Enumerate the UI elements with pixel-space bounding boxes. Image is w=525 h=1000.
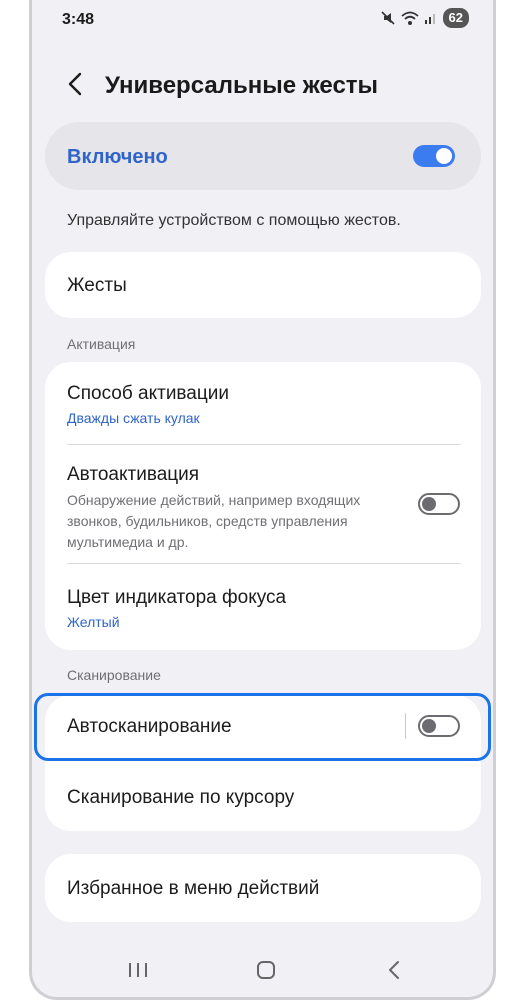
focus-color-value: Желтый [67, 614, 120, 630]
back-icon[interactable] [384, 960, 406, 985]
cursor-scan-item[interactable]: Сканирование по курсору [45, 763, 481, 831]
focus-color-title: Цвет индикатора фокуса [67, 587, 287, 608]
toggle-knob [422, 497, 436, 511]
status-icons: 62 [380, 8, 469, 28]
wifi-icon [400, 10, 419, 26]
activation-method-value: Дважды сжать кулак [67, 410, 200, 426]
navigation-bar [32, 940, 493, 997]
master-toggle[interactable] [413, 145, 455, 167]
status-time: 3:48 [62, 11, 95, 28]
section-activation-label: Активация [67, 336, 136, 352]
signal-icon [424, 11, 438, 25]
page-description: Управляйте устройством с помощью жестов. [67, 212, 401, 229]
gestures-item[interactable]: Жесты [45, 252, 481, 318]
auto-activation-description: Обнаружение действий, например входящих … [67, 492, 361, 550]
focus-highlight-frame [34, 693, 491, 761]
focus-color-item[interactable]: Цвет индикатора фокуса Желтый [45, 564, 481, 650]
auto-activation-item[interactable]: Автоактивация Обнаружение действий, напр… [45, 445, 481, 563]
section-scanning-label: Сканирование [67, 667, 161, 683]
back-arrow-icon[interactable] [62, 70, 90, 98]
favorites-item[interactable]: Избранное в меню действий [45, 854, 481, 922]
gestures-item-label: Жесты [67, 275, 127, 296]
home-icon[interactable] [255, 960, 277, 985]
activation-card: Способ активации Дважды сжать кулак Авто… [45, 362, 481, 650]
toggle-knob [436, 148, 452, 164]
mute-icon [380, 10, 396, 26]
page-title: Универсальные жесты [105, 72, 379, 99]
header: Универсальные жесты [32, 62, 493, 106]
recents-icon[interactable] [127, 960, 149, 985]
master-switch-row[interactable]: Включено [45, 122, 481, 190]
master-switch-label: Включено [67, 146, 168, 168]
cursor-scan-title: Сканирование по курсору [67, 787, 295, 808]
phone-screen: 3:48 62 Универсальные жесты Включено Упр… [29, 0, 496, 1000]
battery-icon: 62 [442, 8, 469, 28]
auto-activation-toggle[interactable] [418, 493, 460, 515]
activation-method-item[interactable]: Способ активации Дважды сжать кулак [45, 362, 481, 444]
status-bar: 3:48 62 [32, 0, 493, 42]
favorites-item-label: Избранное в меню действий [67, 878, 320, 899]
auto-activation-title: Автоактивация [67, 464, 200, 485]
activation-method-title: Способ активации [67, 383, 229, 404]
